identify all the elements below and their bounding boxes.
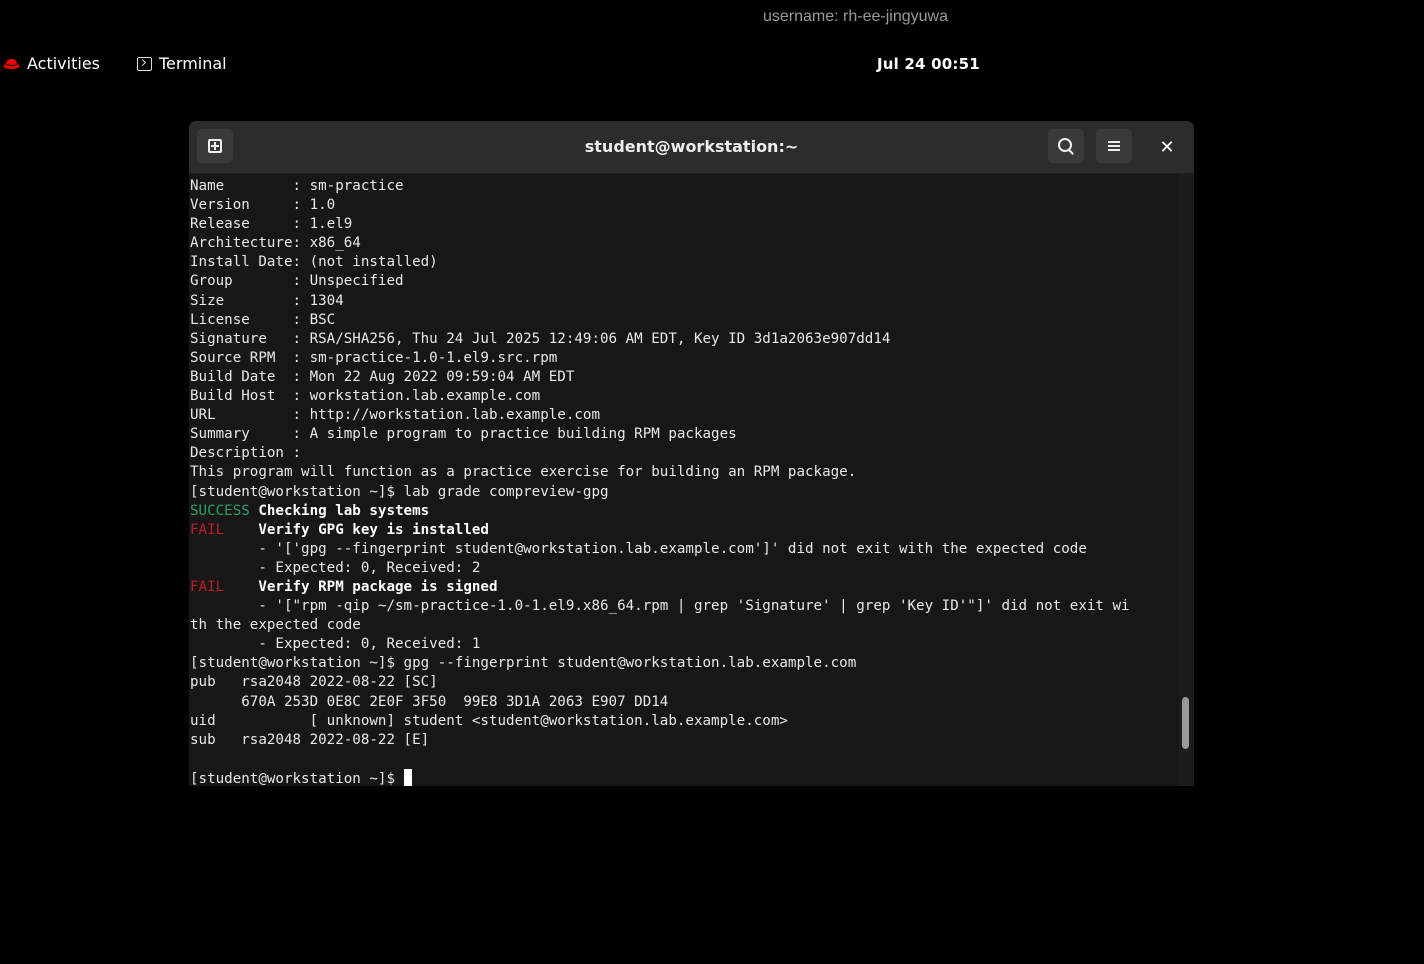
new-tab-icon	[208, 139, 222, 153]
terminal-text: - Expected: 0, Received: 2	[190, 559, 481, 576]
terminal-line: uid [ unknown] student <student@workstat…	[190, 712, 1179, 731]
terminal-output[interactable]: Name : sm-practice Version : 1.0 Release :…	[189, 174, 1179, 786]
terminal-text: th the expected code	[190, 617, 361, 634]
terminal-text: Size : 1304	[190, 292, 344, 309]
close-button[interactable]: ✕	[1151, 131, 1183, 163]
terminal-text: Release : 1.el9	[190, 216, 353, 233]
scrollbar[interactable]	[1179, 174, 1194, 786]
terminal-line: FAIL Verify GPG key is installed	[190, 521, 1179, 540]
terminal-line: Signature : RSA/SHA256, Thu 24 Jul 2025 …	[190, 330, 1179, 349]
terminal-text: License : BSC	[190, 311, 336, 328]
terminal-text: Install Date: (not installed)	[190, 254, 438, 271]
terminal-line: Install Date: (not installed)	[190, 253, 1179, 272]
activities-label: Activities	[27, 54, 100, 73]
terminal-line: License : BSC	[190, 311, 1179, 330]
terminal-line: pub rsa2048 2022-08-22 [SC]	[190, 673, 1179, 692]
terminal-text: Name : sm-practice	[190, 178, 404, 194]
terminal-text: pub rsa2048 2022-08-22 [SC]	[190, 674, 438, 691]
app-menu-label: Terminal	[159, 54, 227, 73]
terminal-line: FAIL Verify RPM package is signed	[190, 578, 1179, 597]
username-overlay: username: rh-ee-jingyuwa	[763, 8, 948, 25]
clock[interactable]: Jul 24 00:51	[877, 55, 980, 73]
terminal-text: uid [ unknown] student <student@workstat…	[190, 712, 788, 729]
close-icon: ✕	[1159, 136, 1175, 158]
terminal-text: Build Date : Mon 22 Aug 2022 09:59:04 AM…	[190, 368, 575, 385]
status-success: SUCCESS	[190, 502, 250, 519]
terminal-text: Architecture: x86_64	[190, 235, 361, 252]
hamburger-icon	[1108, 141, 1120, 151]
terminal-line: Architecture: x86_64	[190, 234, 1179, 253]
terminal-line: Version : 1.0	[190, 196, 1179, 215]
terminal-line: This program will function as a practice…	[190, 463, 1179, 482]
menu-button[interactable]	[1096, 129, 1132, 163]
terminal-text: [student@workstation ~]$ gpg --fingerpri…	[190, 655, 857, 672]
search-icon	[1057, 137, 1072, 152]
terminal-cursor	[403, 768, 412, 786]
terminal-line: Group : Unspecified	[190, 272, 1179, 291]
terminal-text: [student@workstation ~]$	[190, 770, 404, 786]
terminal-line: sub rsa2048 2022-08-22 [E]	[190, 731, 1179, 750]
scrollbar-thumb[interactable]	[1182, 697, 1189, 749]
terminal-icon	[137, 56, 152, 71]
terminal-text: - '["rpm -qip ~/sm-practice-1.0-1.el9.x8…	[190, 598, 1130, 615]
title-bar[interactable]: student@workstation:~ ✕	[189, 121, 1194, 174]
terminal-line: [student@workstation ~]$ gpg --fingerpri…	[190, 654, 1179, 673]
terminal-text: - Expected: 0, Received: 1	[190, 636, 481, 653]
terminal-text: Checking lab systems	[258, 502, 430, 519]
terminal-line: Source RPM : sm-practice-1.0-1.el9.src.r…	[190, 349, 1179, 368]
top-bar: Activities Terminal Jul 24 00:51	[0, 48, 1424, 80]
terminal-text: This program will function as a practice…	[190, 464, 857, 481]
terminal-text: Verify RPM package is signed	[258, 578, 498, 595]
terminal-line: Description :	[190, 444, 1179, 463]
activities-button[interactable]: Activities	[3, 54, 100, 73]
terminal-text: Verify GPG key is installed	[258, 521, 489, 538]
status-fail: FAIL	[190, 521, 225, 538]
terminal-text: Summary : A simple program to practice b…	[190, 426, 737, 443]
terminal-text: sub rsa2048 2022-08-22 [E]	[190, 731, 430, 748]
terminal-text: Version : 1.0	[190, 197, 336, 214]
status-fail: FAIL	[190, 578, 225, 595]
terminal-text: Source RPM : sm-practice-1.0-1.el9.src.r…	[190, 349, 558, 366]
window-title: student@workstation:~	[584, 137, 799, 156]
terminal-text: [student@workstation ~]$ lab grade compr…	[190, 483, 609, 500]
terminal-line: [student@workstation ~]$	[190, 768, 1179, 786]
new-tab-button[interactable]	[197, 129, 233, 163]
terminal-line: - Expected: 0, Received: 1	[190, 635, 1179, 654]
search-button[interactable]	[1048, 129, 1084, 163]
terminal-line: Size : 1304	[190, 292, 1179, 311]
terminal-line: - '["rpm -qip ~/sm-practice-1.0-1.el9.x8…	[190, 597, 1179, 616]
terminal-line: - '['gpg --fingerprint student@workstati…	[190, 540, 1179, 559]
terminal-window: student@workstation:~ ✕ Name : sm-practi…	[189, 121, 1194, 786]
terminal-text: Build Host : workstation.lab.example.com	[190, 388, 541, 405]
terminal-line: Summary : A simple program to practice b…	[190, 425, 1179, 444]
terminal-text: Signature : RSA/SHA256, Thu 24 Jul 2025 …	[190, 330, 891, 347]
terminal-text: Description :	[190, 445, 302, 462]
terminal-line: URL : http://workstation.lab.example.com	[190, 406, 1179, 425]
terminal-line: SUCCESS Checking lab systems	[190, 502, 1179, 521]
terminal-line: th the expected code	[190, 616, 1179, 635]
terminal-line: Release : 1.el9	[190, 215, 1179, 234]
terminal-line: Name : sm-practice	[190, 177, 1179, 196]
terminal-line: Build Host : workstation.lab.example.com	[190, 387, 1179, 406]
terminal-line: Build Date : Mon 22 Aug 2022 09:59:04 AM…	[190, 368, 1179, 387]
redhat-logo-icon	[3, 58, 20, 69]
terminal-text: Group : Unspecified	[190, 273, 404, 290]
terminal-line: - Expected: 0, Received: 2	[190, 559, 1179, 578]
terminal-line: [student@workstation ~]$ lab grade compr…	[190, 483, 1179, 502]
terminal-line: 670A 253D 0E8C 2E0F 3F50 99E8 3D1A 2063 …	[190, 693, 1179, 712]
terminal-text: URL : http://workstation.lab.example.com	[190, 407, 600, 424]
app-menu-terminal[interactable]: Terminal	[137, 54, 227, 73]
terminal-text: 670A 253D 0E8C 2E0F 3F50 99E8 3D1A 2063 …	[190, 693, 669, 710]
terminal-text: - '['gpg --fingerprint student@workstati…	[190, 540, 1087, 557]
